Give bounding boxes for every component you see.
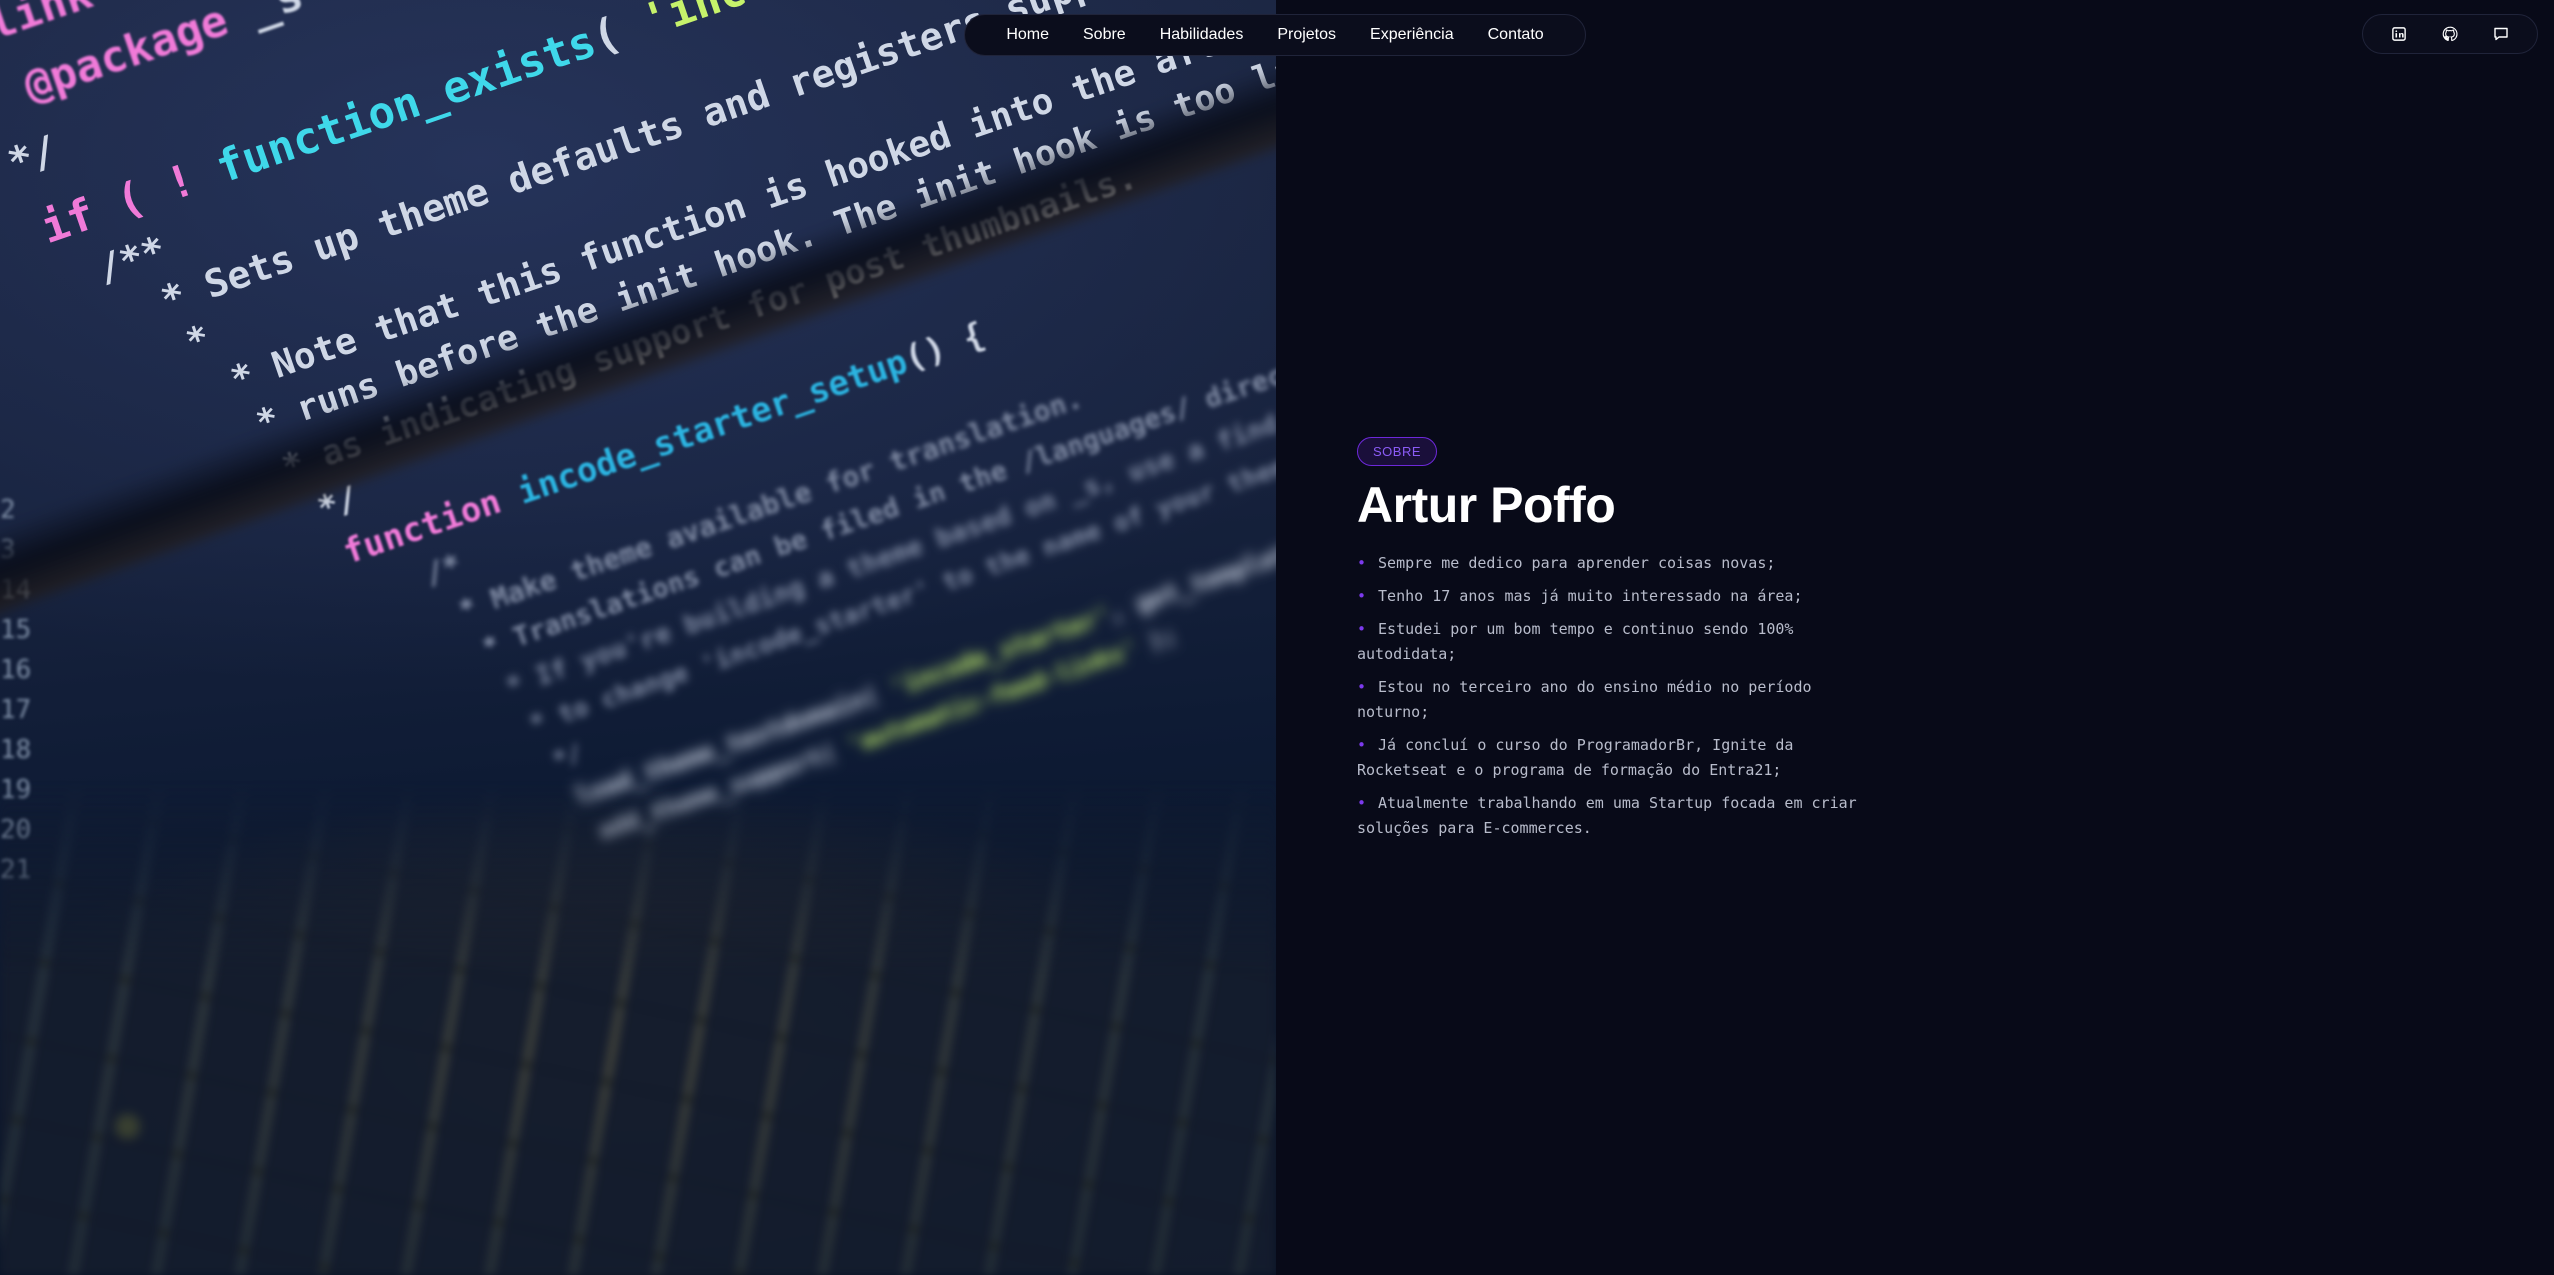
about-list: • Sempre me dedico para aprender coisas n… (1357, 551, 1877, 841)
list-item-text: Atualmente trabalhando em uma Startup fo… (1357, 794, 1857, 837)
nav-home[interactable]: Home (989, 26, 1066, 44)
hero-photo: 231415161718192021 @link https://devel@p… (0, 0, 1276, 1275)
list-item-text: Sempre me dedico para aprender coisas no… (1378, 554, 1776, 572)
github-icon[interactable] (2440, 24, 2460, 44)
list-item: • Já concluí o curso do ProgramadorBr, Ig… (1357, 733, 1877, 783)
bullet-icon: • (1357, 736, 1367, 754)
bullet-icon: • (1357, 620, 1367, 638)
list-item: • Tenho 17 anos mas já muito interessado … (1357, 584, 1877, 609)
list-item: • Atualmente trabalhando em uma Startup f… (1357, 791, 1877, 841)
list-item-text: Estou no terceiro ano do ensino médio no… (1357, 678, 1812, 721)
list-item: • Estou no terceiro ano do ensino médio n… (1357, 675, 1877, 725)
nav-sobre[interactable]: Sobre (1066, 26, 1143, 44)
profile-name: Artur Poffo (1357, 477, 1616, 533)
line-number: 18 (0, 735, 32, 765)
bullet-icon: • (1357, 794, 1367, 812)
list-item-text: Já concluí o curso do ProgramadorBr, Ign… (1357, 736, 1794, 779)
line-number: 17 (0, 695, 32, 725)
nav-contato[interactable]: Contato (1471, 26, 1561, 44)
nav-projetos[interactable]: Projetos (1260, 26, 1353, 44)
list-item-text: Tenho 17 anos mas já muito interessado n… (1378, 587, 1803, 605)
social-links (2362, 14, 2538, 54)
message-icon[interactable] (2491, 24, 2511, 44)
main-nav: Home Sobre Habilidades Projetos Experiên… (964, 14, 1586, 56)
nav-experiencia[interactable]: Experiência (1353, 26, 1471, 44)
bullet-icon: • (1357, 587, 1367, 605)
about-section: SOBRE Artur Poffo • Sempre me dedico para… (1357, 437, 1877, 849)
code-line: */ (549, 738, 585, 774)
nav-habilidades[interactable]: Habilidades (1143, 26, 1261, 44)
laptop-keyboard (0, 780, 1276, 1275)
line-number: 16 (0, 655, 32, 685)
list-item: • Estudei por um bom tempo e continuo sen… (1357, 617, 1877, 667)
linkedin-icon[interactable] (2389, 24, 2409, 44)
bullet-icon: • (1357, 554, 1367, 572)
section-badge: SOBRE (1357, 437, 1438, 466)
list-item-text: Estudei por um bom tempo e continuo send… (1357, 620, 1794, 663)
code-token: */ (549, 738, 586, 775)
list-item: • Sempre me dedico para aprender coisas n… (1357, 551, 1877, 576)
line-number: 15 (0, 615, 32, 645)
bullet-icon: • (1357, 678, 1367, 696)
